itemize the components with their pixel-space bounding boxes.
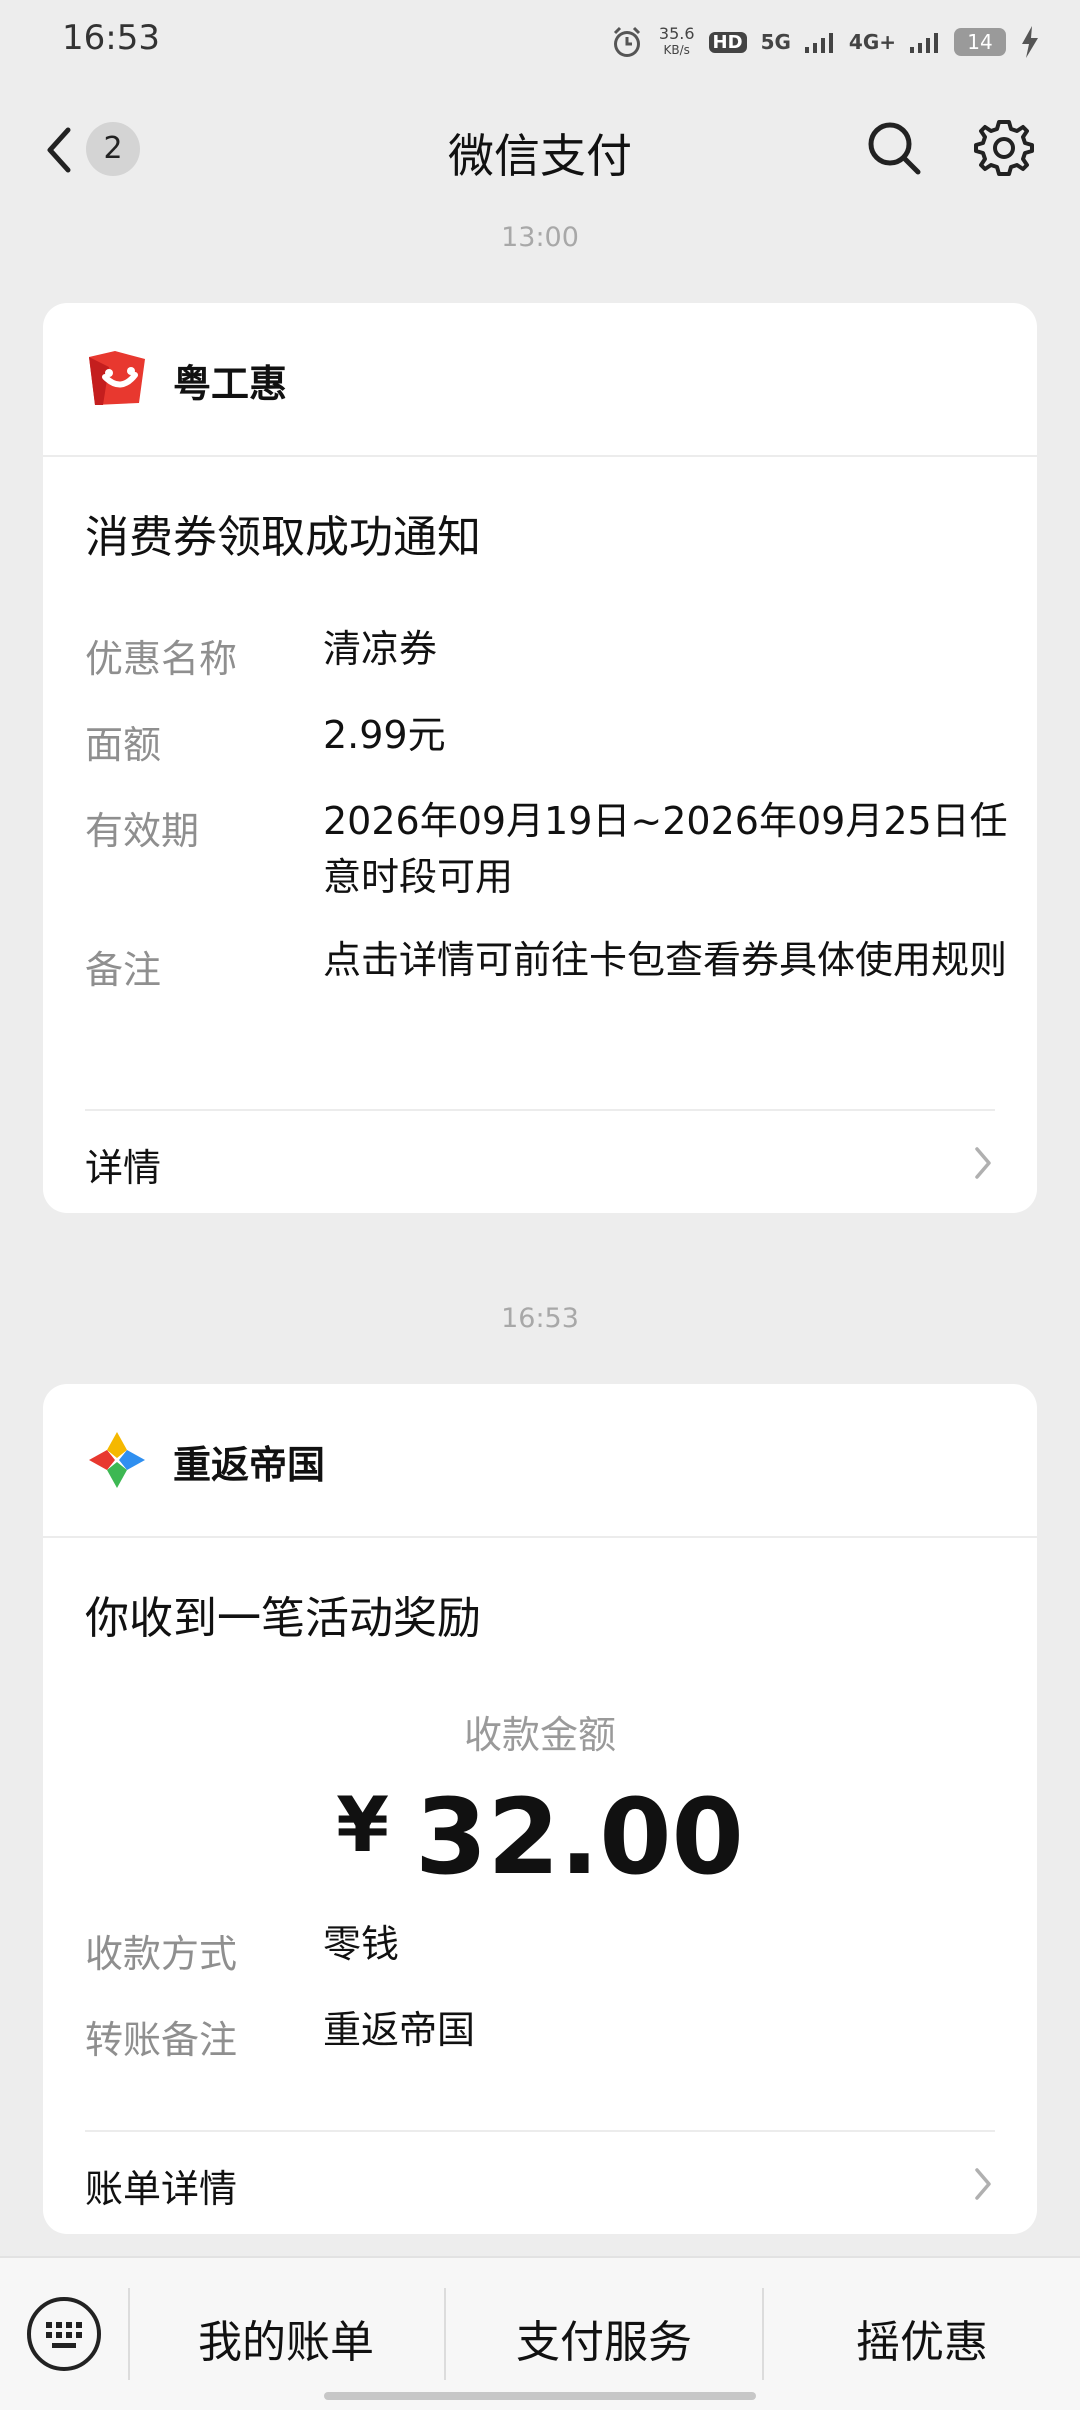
home-indicator[interactable] — [324, 2392, 756, 2400]
message-timestamp: 16:53 — [501, 1303, 579, 1334]
network-5g-label: 5G — [760, 30, 791, 54]
nav-header: 2 微信支付 — [0, 92, 1080, 206]
field-value: 清凉券 — [323, 627, 438, 671]
network-speed-value: 35.6 — [658, 24, 695, 43]
field-value: 重返帝国 — [323, 2008, 476, 2052]
amount-label: 收款金额 — [463, 1713, 616, 1757]
signal-icon — [804, 33, 833, 53]
bottom-menu-bar: 我的账单 支付服务 摇优惠 — [0, 2256, 1080, 2410]
yuegonghui-logo-icon — [89, 351, 145, 405]
card-title: 你收到一笔活动奖励 — [85, 1593, 481, 1644]
network-speed-unit: KB/s — [663, 43, 690, 57]
alarm-icon — [613, 26, 640, 57]
amount-number: 32.00 — [414, 1776, 744, 1898]
settings-gear-icon[interactable] — [972, 116, 1036, 180]
chongfan-diguo-logo-icon — [89, 1432, 145, 1488]
search-icon[interactable] — [862, 116, 926, 180]
network-4g-label: 4G+ — [848, 30, 896, 54]
field-label: 有效期 — [85, 809, 200, 853]
field-label: 转账备注 — [85, 2018, 238, 2062]
message-card-reward: 重返帝国 你收到一笔活动奖励 收款金额 ¥32.00 收款方式 零钱 转账备注 … — [43, 1384, 1037, 2234]
field-value: 点击详情可前往卡包查看券具体使用规则 — [323, 938, 1008, 982]
keyboard-toggle-icon[interactable] — [24, 2294, 104, 2374]
bill-details-link-row[interactable]: 账单详情 — [43, 2132, 1037, 2234]
card-header[interactable]: 粤工惠 — [43, 303, 1037, 457]
charging-icon — [1022, 26, 1038, 58]
bill-details-link-label: 账单详情 — [85, 2167, 238, 2211]
details-link-label: 详情 — [85, 1146, 162, 1190]
message-timestamp: 13:00 — [501, 222, 579, 253]
field-label: 面额 — [85, 723, 162, 767]
field-label: 优惠名称 — [85, 637, 238, 681]
field-label: 备注 — [85, 948, 162, 992]
status-time: 16:53 — [62, 18, 160, 58]
battery-level: 14 — [954, 28, 1006, 56]
card-title: 消费券领取成功通知 — [85, 512, 481, 563]
chevron-right-icon — [975, 1147, 991, 1179]
menu-payment-services[interactable]: 支付服务 — [446, 2306, 762, 2370]
brand-name: 重返帝国 — [173, 1443, 326, 1487]
brand-name: 粤工惠 — [173, 362, 288, 406]
field-value: 2026年09月19日~2026年09月25日任意时段可用 — [323, 799, 1008, 899]
card-header[interactable]: 重返帝国 — [43, 1384, 1037, 1538]
network-speed: 35.6 KB/s — [659, 25, 695, 59]
field-label: 收款方式 — [85, 1932, 238, 1976]
field-value: 零钱 — [323, 1922, 400, 1966]
status-bar: 16:53 35.6 KB/s HD 5G 4G+ 14 — [0, 0, 1080, 84]
status-icons: 35.6 KB/s HD 5G 4G+ 14 — [609, 20, 1040, 64]
field-value: 2.99元 — [323, 713, 446, 757]
menu-shake-deals[interactable]: 摇优惠 — [764, 2306, 1080, 2370]
chevron-right-icon — [975, 2168, 991, 2200]
currency-symbol: ¥ — [336, 1780, 389, 1869]
amount-value: ¥32.00 — [43, 1776, 1037, 1898]
details-link-row[interactable]: 详情 — [43, 1111, 1037, 1213]
signal-icon-2 — [910, 33, 938, 53]
message-card-voucher: 粤工惠 消费券领取成功通知 优惠名称 清凉券 面额 2.99元 有效期 2026… — [43, 303, 1037, 1213]
menu-my-bills[interactable]: 我的账单 — [128, 2306, 444, 2370]
hd-label: HD — [708, 31, 747, 53]
